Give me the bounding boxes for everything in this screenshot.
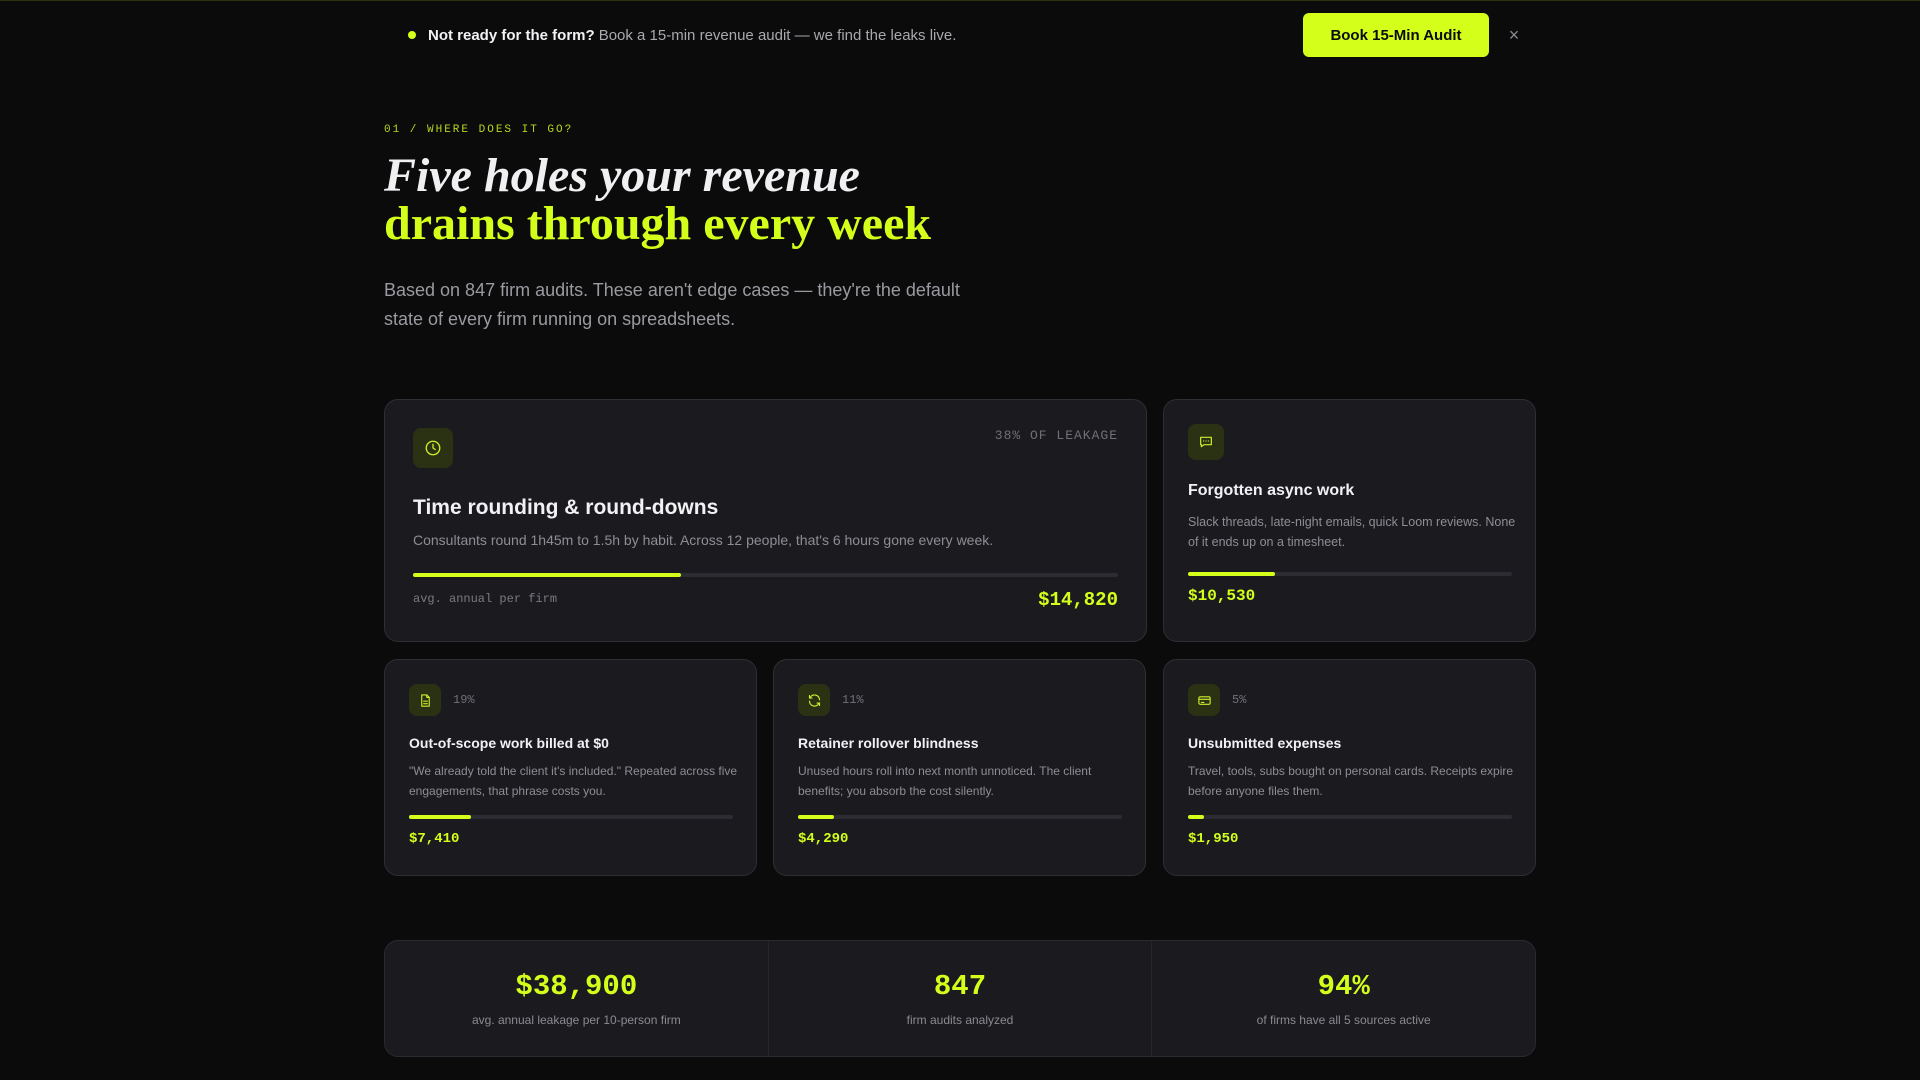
- leak-share: 38% OF LEAKAGE: [994, 428, 1118, 443]
- leak-card-out-of-scope: 19% Out-of-scope work billed at $0 "We a…: [384, 659, 757, 876]
- leak-share: 5%: [1232, 693, 1247, 707]
- message-icon: [1188, 424, 1224, 460]
- stat-total-leakage: $38,900 avg. annual leakage per 10-perso…: [385, 941, 769, 1056]
- leak-title: Retainer rollover blindness: [798, 735, 979, 751]
- leak-progress-track: [798, 815, 1122, 819]
- credit-card-icon: [1188, 684, 1220, 716]
- stat-audits: 847 firm audits analyzed: [769, 941, 1153, 1056]
- top-border: [0, 0, 1920, 1]
- headline-line-1: Five holes your revenue: [384, 149, 860, 202]
- stat-label: of firms have all 5 sources active: [1256, 1013, 1431, 1027]
- leak-title: Out-of-scope work billed at $0: [409, 735, 609, 751]
- leak-progress-fill: [1188, 572, 1276, 576]
- leak-card-retainer-rollover: 11% Retainer rollover blindness Unused h…: [773, 659, 1146, 876]
- leak-amount: $4,290: [798, 831, 849, 847]
- stats-bar: $38,900 avg. annual leakage per 10-perso…: [384, 940, 1536, 1057]
- announcement-text: Book a 15-min revenue audit — we find th…: [598, 26, 957, 44]
- leak-progress-fill: [409, 815, 471, 819]
- announcement-message: Not ready for the form? Book a 15-min rev…: [428, 27, 956, 44]
- stat-label: firm audits analyzed: [906, 1013, 1014, 1027]
- leak-description: "We already told the client it's include…: [409, 764, 738, 798]
- announcement-bold: Not ready for the form?: [428, 26, 595, 44]
- leak-description: Travel, tools, subs bought on personal c…: [1188, 764, 1514, 798]
- leak-card-unsubmitted-expenses: 5% Unsubmitted expenses Travel, tools, s…: [1163, 659, 1536, 876]
- leak-progress-track: [409, 815, 733, 819]
- document-icon: [409, 684, 441, 716]
- stat-label: avg. annual leakage per 10-person firm: [471, 1013, 681, 1027]
- leak-card-async-work: Forgotten async work Slack threads, late…: [1163, 399, 1536, 642]
- leak-title: Time rounding & round-downs: [413, 496, 719, 519]
- leak-description: Slack threads, late-night emails, quick …: [1188, 515, 1516, 549]
- leak-progress-fill: [798, 815, 834, 819]
- section-eyebrow: 01 / WHERE DOES IT GO?: [384, 124, 574, 136]
- leak-description: Unused hours roll into next month unnoti…: [798, 764, 1092, 798]
- status-dot: [408, 31, 416, 39]
- stat-value: 847: [933, 970, 987, 1003]
- page-subtitle: Based on 847 firm audits. These aren't e…: [384, 280, 960, 329]
- announcement-bar: Not ready for the form? Book a 15-min rev…: [384, 13, 1536, 57]
- clock-icon: [413, 428, 453, 468]
- leak-share: 11%: [842, 693, 864, 707]
- close-icon[interactable]: ×: [1499, 13, 1529, 57]
- leak-amount: $7,410: [409, 831, 460, 847]
- leak-amount: $1,950: [1188, 831, 1239, 847]
- leak-title: Forgotten async work: [1188, 482, 1355, 499]
- leak-progress-fill: [1188, 815, 1205, 819]
- leak-amount: $14,820: [1038, 589, 1118, 611]
- stat-value: $38,900: [515, 970, 638, 1003]
- book-audit-button[interactable]: Book 15-Min Audit: [1303, 13, 1489, 57]
- refresh-icon: [798, 684, 830, 716]
- leak-share: 19%: [453, 693, 475, 707]
- stat-all-sources: 94% of firms have all 5 sources active: [1152, 941, 1535, 1056]
- page-title: Five holes your revenue drains through e…: [384, 152, 1184, 248]
- leak-progress-track: [1188, 572, 1512, 576]
- headline-line-2: drains through every week: [384, 197, 932, 250]
- leak-footer-label: avg. annual per firm: [413, 592, 558, 606]
- leak-description: Consultants round 1h45m to 1.5h by habit…: [413, 532, 994, 548]
- leak-amount: $10,530: [1188, 587, 1256, 605]
- leak-progress-fill: [413, 573, 681, 577]
- leak-progress-track: [413, 573, 1118, 577]
- leak-title: Unsubmitted expenses: [1188, 735, 1342, 751]
- leak-progress-track: [1188, 815, 1512, 819]
- stat-value: 94%: [1317, 970, 1370, 1003]
- leak-card-time-rounding: 38% OF LEAKAGE Time rounding & round-dow…: [384, 399, 1147, 642]
